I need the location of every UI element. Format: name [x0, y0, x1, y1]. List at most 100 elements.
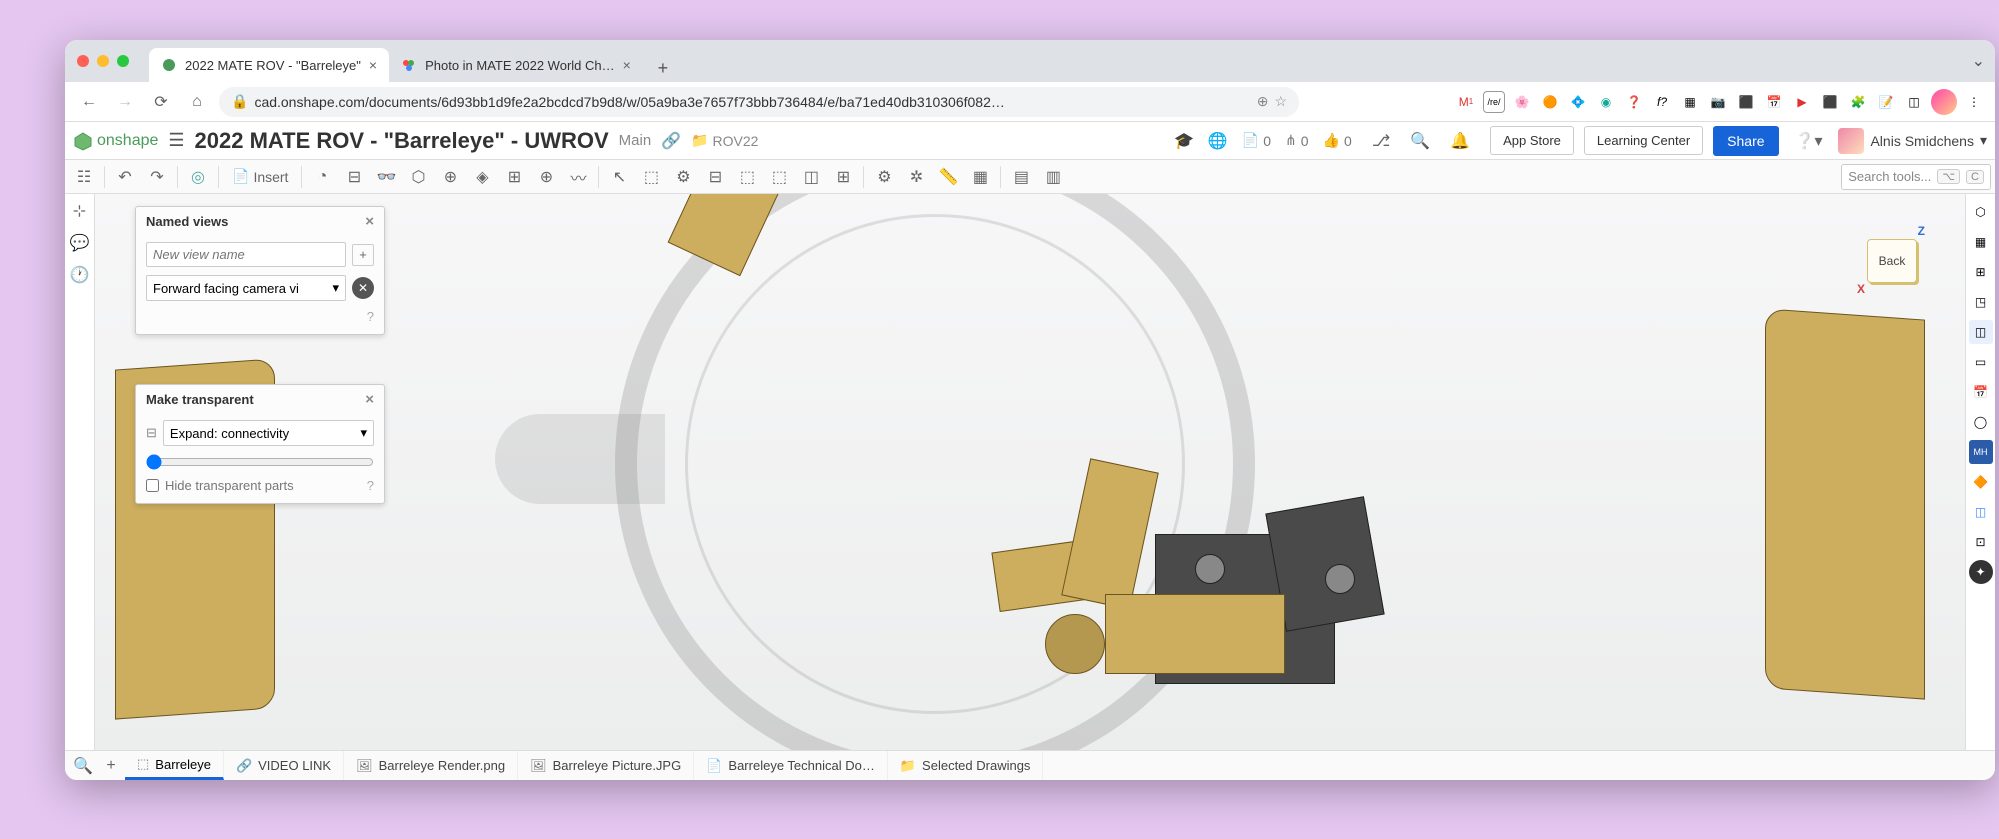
like-count[interactable]: 👍0 — [1323, 132, 1352, 149]
close-icon[interactable]: × — [365, 213, 374, 230]
help-icon[interactable]: ❔▾ — [1795, 131, 1823, 151]
tool-search[interactable]: Search tools... ⌥ C — [1841, 164, 1991, 190]
bottom-tab-technical[interactable]: 📄 Barreleye Technical Do… — [694, 751, 888, 780]
ext-icon[interactable]: f? — [1651, 91, 1673, 113]
globe-icon[interactable]: 🌐 — [1208, 131, 1228, 151]
add-feature-icon[interactable]: ⊹ — [69, 200, 91, 222]
comment-icon[interactable]: 💬 — [69, 232, 91, 254]
feature-tree-icon[interactable]: ☷ — [69, 163, 99, 191]
rail-icon[interactable]: ◯ — [1969, 410, 1993, 434]
tool-icon[interactable]: ⬚ — [764, 163, 794, 191]
bell-icon[interactable]: 🔔 — [1450, 131, 1470, 151]
tool-icon[interactable]: ⊞ — [828, 163, 858, 191]
tool-icon[interactable]: ⚙ — [668, 163, 698, 191]
ext-icon[interactable]: ⬛ — [1735, 91, 1757, 113]
transparency-slider[interactable] — [146, 454, 374, 470]
tool-icon[interactable]: ⊕ — [435, 163, 465, 191]
forward-button[interactable]: → — [111, 88, 139, 116]
reload-button[interactable]: ⟳ — [147, 88, 175, 116]
link-icon[interactable]: 🔗 — [661, 131, 681, 151]
app-store-button[interactable]: App Store — [1490, 126, 1574, 155]
learning-center-button[interactable]: Learning Center — [1584, 126, 1703, 155]
ext-icon[interactable]: ◉ — [1595, 91, 1617, 113]
tool-icon[interactable]: ⬚ — [636, 163, 666, 191]
folder-breadcrumb[interactable]: 📁 ROV22 — [691, 132, 758, 149]
user-menu[interactable]: Alnis Smidchens ▾ — [1838, 128, 1987, 154]
add-view-button[interactable]: + — [352, 244, 374, 266]
search-icon[interactable]: 🔍 — [1410, 131, 1430, 151]
cad-canvas[interactable]: Named views × + Forward facing camera vi… — [95, 194, 1965, 750]
rail-icon[interactable]: ⊡ — [1969, 530, 1993, 554]
close-tab-icon[interactable]: × — [623, 57, 631, 73]
tool-icon[interactable]: ▤ — [1006, 163, 1036, 191]
tool-icon[interactable]: ◫ — [796, 163, 826, 191]
undo-button[interactable]: ↶ — [110, 163, 140, 191]
history-icon[interactable]: 🕐 — [69, 264, 91, 286]
rail-icon[interactable]: ◫ — [1969, 500, 1993, 524]
gmail-ext-icon[interactable]: M1 — [1455, 91, 1477, 113]
branch-icon[interactable]: ⎇ — [1372, 131, 1390, 151]
profile-avatar[interactable] — [1931, 89, 1957, 115]
ext-icon[interactable]: ▶ — [1791, 91, 1813, 113]
share-button[interactable]: Share — [1713, 126, 1778, 156]
tool-icon[interactable]: ↖ — [604, 163, 634, 191]
clear-view-button[interactable]: ✕ — [352, 277, 374, 299]
tool-icon[interactable]: ⊟ — [339, 163, 369, 191]
rail-icon[interactable]: ▦ — [1969, 230, 1993, 254]
rail-icon[interactable]: ⬡ — [1969, 200, 1993, 224]
tool-icon[interactable]: ◈ — [467, 163, 497, 191]
ext-icon[interactable]: 💠 — [1567, 91, 1589, 113]
close-tab-icon[interactable]: × — [369, 57, 377, 73]
rail-icon[interactable]: ▭ — [1969, 350, 1993, 374]
rail-icon[interactable]: 🔶 — [1969, 470, 1993, 494]
hide-transparent-checkbox[interactable] — [146, 479, 159, 492]
bottom-tab-picture[interactable]: 🖼 Barreleye Picture.JPG — [518, 751, 694, 780]
add-tab-button[interactable]: + — [97, 753, 125, 779]
tool-icon[interactable]: 📏 — [933, 163, 963, 191]
tool-icon[interactable]: ⚙ — [869, 163, 899, 191]
ext-icon[interactable]: ▦ — [1679, 91, 1701, 113]
fork-count[interactable]: ⋔0 — [1285, 132, 1309, 149]
copy-count[interactable]: 📄0 — [1242, 132, 1271, 149]
bottom-tab-render[interactable]: 🖼 Barreleye Render.png — [344, 751, 518, 780]
redo-button[interactable]: ↷ — [142, 163, 172, 191]
view-cube[interactable]: Z Back X — [1857, 204, 1927, 304]
tool-icon[interactable]: ▦ — [965, 163, 995, 191]
workspace-label[interactable]: Main — [619, 132, 652, 149]
ext-icon[interactable]: 📷 — [1707, 91, 1729, 113]
cube-back-face[interactable]: Back — [1867, 239, 1917, 283]
rail-icon[interactable]: 📅 — [1969, 380, 1993, 404]
view-name-input[interactable] — [146, 242, 346, 267]
tool-icon[interactable]: ⊞ — [499, 163, 529, 191]
bottom-tab-drawings[interactable]: 📁 Selected Drawings — [888, 751, 1044, 780]
tool-icon[interactable]: ⊕ — [531, 163, 561, 191]
browser-tab-active[interactable]: 2022 MATE ROV - "Barreleye" × — [149, 48, 389, 82]
chrome-menu-icon[interactable]: ⋮ — [1963, 91, 1985, 113]
onshape-logo[interactable]: onshape — [73, 131, 158, 151]
maximize-window-button[interactable] — [117, 55, 129, 67]
tool-icon[interactable]: ◔ — [307, 163, 337, 191]
minimize-window-button[interactable] — [97, 55, 109, 67]
home-button[interactable]: ⌂ — [183, 88, 211, 116]
rail-icon[interactable]: ◳ — [1969, 290, 1993, 314]
tool-icon[interactable]: ⬚ — [732, 163, 762, 191]
ext-icon[interactable]: 🌸 — [1511, 91, 1533, 113]
target-icon[interactable]: ◎ — [183, 163, 213, 191]
back-button[interactable]: ← — [75, 88, 103, 116]
tab-overflow-icon[interactable]: ⌄ — [1972, 51, 1985, 71]
help-icon[interactable]: ? — [367, 309, 374, 324]
tool-icon[interactable]: ⊟ — [700, 163, 730, 191]
document-title[interactable]: 2022 MATE ROV - "Barreleye" - UWROV — [195, 128, 609, 154]
rail-icon[interactable]: ✦ — [1969, 560, 1993, 584]
close-icon[interactable]: × — [365, 391, 374, 408]
tool-icon[interactable]: 👓 — [371, 163, 401, 191]
sidepanel-icon[interactable]: ◫ — [1903, 91, 1925, 113]
ext-icon[interactable]: 📅 — [1763, 91, 1785, 113]
rail-icon[interactable]: ⊞ — [1969, 260, 1993, 284]
tool-icon[interactable]: ✲ — [901, 163, 931, 191]
bottom-tab-video[interactable]: 🔗 VIDEO LINK — [224, 751, 344, 780]
close-window-button[interactable] — [77, 55, 89, 67]
tool-icon[interactable]: ▥ — [1038, 163, 1068, 191]
help-icon[interactable]: ? — [367, 478, 374, 493]
address-bar[interactable]: 🔒 cad.onshape.com/documents/6d93bb1d9fe2… — [219, 87, 1299, 117]
